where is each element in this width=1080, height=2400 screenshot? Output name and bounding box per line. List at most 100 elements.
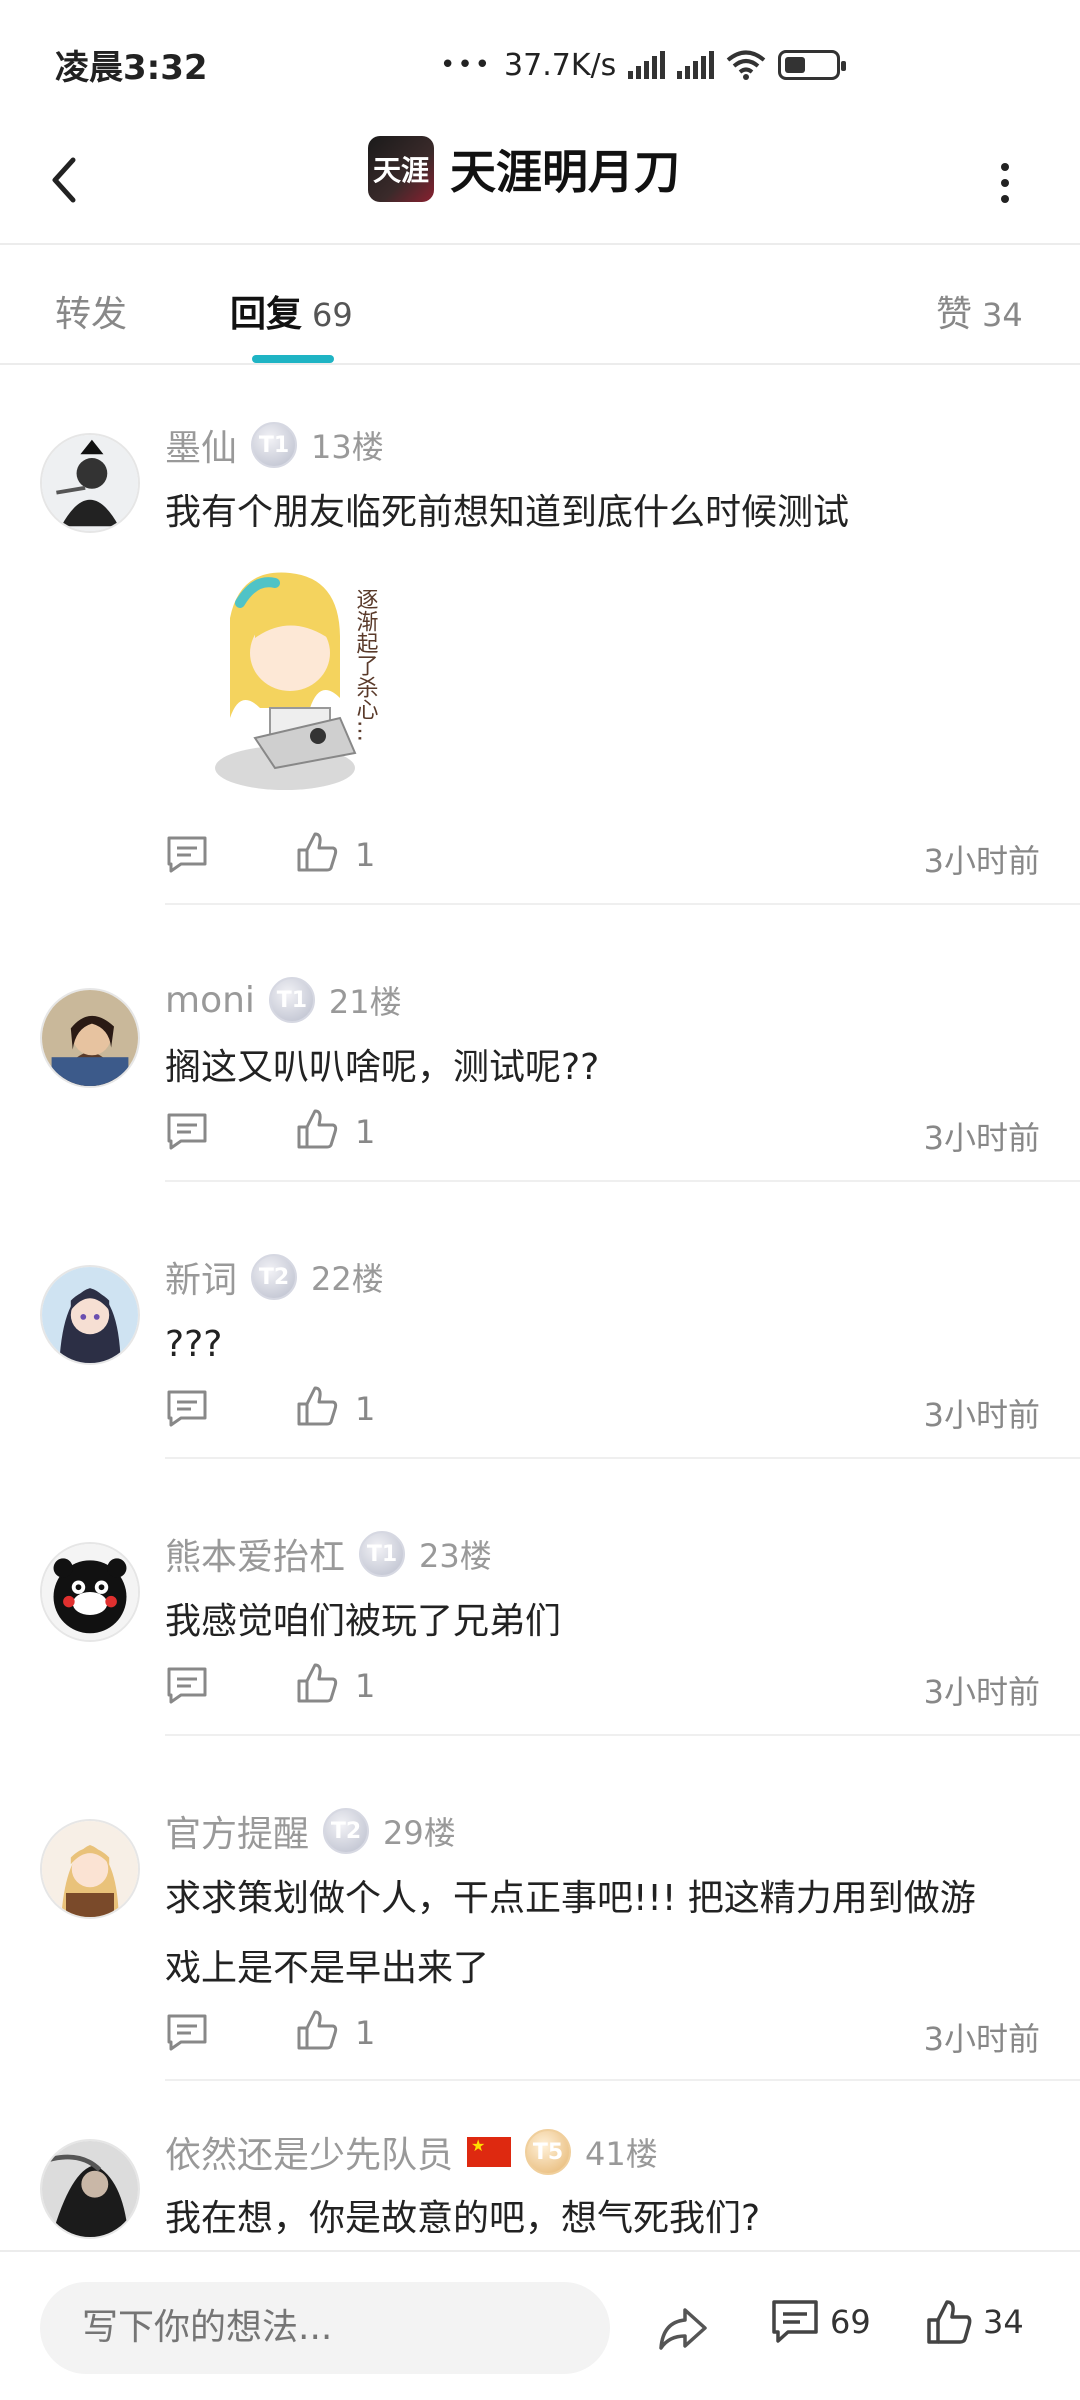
comment-time: 3小时前 — [923, 1396, 1040, 1434]
like-icon[interactable] — [295, 1384, 339, 1428]
comment-time: 3小时前 — [923, 1119, 1040, 1157]
status-time: 凌晨3:32 — [55, 48, 208, 88]
app-header: 天涯 天涯明月刀 — [0, 120, 1080, 245]
username[interactable]: 官方提醒 — [165, 1805, 309, 1857]
comment-count: 69 — [830, 2303, 871, 2341]
comment-time: 3小时前 — [923, 1673, 1040, 1711]
signal-icon — [628, 51, 666, 79]
like-count: 1 — [355, 2014, 376, 2052]
more-icon — [1001, 163, 1009, 171]
comment-button[interactable]: 69 — [770, 2298, 871, 2346]
comment-list[interactable]: 墨仙 T1 13楼 我有个朋友临死前想知道到底什么时候测试 逐渐起了杀心… 1 … — [0, 368, 1080, 2248]
tab-bar: 转发 回复 69 赞 34 — [0, 247, 1080, 365]
active-tab-indicator — [252, 355, 334, 363]
avatar[interactable] — [40, 433, 140, 533]
reply-icon[interactable] — [165, 1665, 209, 1705]
like-icon[interactable] — [295, 1107, 339, 1151]
comment-actions: 1 3小时前 — [165, 2004, 1040, 2060]
comment-item: 依然还是少先队员 T5 41楼 我在想，你是故意的吧，想气死我们? — [0, 2099, 1080, 2248]
share-icon[interactable] — [655, 2300, 711, 2356]
sticker-image[interactable]: 逐渐起了杀心… — [200, 558, 415, 798]
level-badge: T1 — [251, 422, 298, 468]
reply-icon[interactable] — [165, 2012, 209, 2052]
comment-text-line: 戏上是不是早出来了 — [165, 1948, 490, 1989]
avatar[interactable] — [40, 988, 140, 1088]
like-count: 1 — [355, 1390, 376, 1428]
tab-likes[interactable]: 赞 34 — [936, 285, 1023, 337]
comment-item: moni T1 21楼 搁这又叭叭啥呢，测试呢?? 1 3小时前 — [0, 923, 1080, 1200]
back-button[interactable] — [30, 145, 100, 215]
like-icon[interactable] — [295, 2008, 339, 2052]
bottom-bar: 69 34 — [0, 2250, 1080, 2400]
like-icon — [927, 2300, 972, 2344]
avatar[interactable] — [40, 1265, 140, 1365]
status-bar: 凌晨3:32 ••• 37.7K/s — [0, 0, 1080, 120]
comment-text-line: 求求策划做个人，干点正事吧!!! 把这精力用到做游 — [165, 1878, 976, 1919]
floor-number: 29楼 — [383, 1814, 456, 1852]
comment-meta: 官方提醒 T2 29楼 — [165, 1806, 456, 1856]
divider — [165, 1457, 1080, 1459]
comment-text: 搁这又叭叭啥呢，测试呢?? — [165, 1047, 600, 1088]
comment-meta: 依然还是少先队员 T5 41楼 — [165, 2127, 658, 2177]
signal-icon-2 — [677, 51, 715, 79]
reply-icon[interactable] — [165, 1111, 209, 1151]
divider — [165, 903, 1080, 905]
comment-text: ??? — [165, 1324, 223, 1365]
comment-text: 我在想，你是故意的吧，想气死我们? — [165, 2198, 761, 2239]
comment-item: 熊本爱抬杠 T1 23楼 我感觉咱们被玩了兄弟们 1 3小时前 — [0, 1477, 1080, 1754]
like-count: 34 — [983, 2303, 1024, 2341]
level-badge: T1 — [359, 1531, 406, 1577]
tab-forward[interactable]: 转发 — [55, 285, 127, 337]
username[interactable]: 依然还是少先队员 — [165, 2126, 453, 2178]
floor-number: 22楼 — [311, 1260, 384, 1298]
more-notifications-icon: ••• — [440, 50, 493, 80]
comment-input[interactable] — [40, 2282, 610, 2374]
comment-meta: 墨仙 T1 13楼 — [165, 420, 384, 470]
level-badge: T2 — [323, 1808, 370, 1854]
level-badge: T1 — [268, 977, 315, 1023]
game-logo[interactable]: 天涯 — [368, 136, 434, 202]
avatar[interactable] — [40, 1819, 140, 1919]
floor-number: 21楼 — [328, 983, 402, 1021]
floor-number: 41楼 — [585, 2135, 658, 2173]
tab-reply[interactable]: 回复 69 — [230, 285, 353, 337]
reply-icon[interactable] — [165, 834, 209, 874]
back-arrow-icon — [52, 157, 76, 203]
username[interactable]: 熊本爱抬杠 — [165, 1528, 345, 1580]
network-speed: 37.7K/s — [504, 47, 617, 83]
comment-actions: 1 3小时前 — [165, 826, 1040, 882]
username[interactable]: moni — [165, 980, 255, 1021]
comment-time: 3小时前 — [923, 842, 1040, 880]
like-icon[interactable] — [295, 830, 339, 874]
divider — [165, 2079, 1080, 2081]
username[interactable]: 新词 — [165, 1251, 237, 1303]
battery-icon — [778, 50, 847, 80]
reply-icon[interactable] — [165, 1388, 209, 1428]
like-button[interactable]: 34 — [925, 2298, 1024, 2346]
comment-text: 求求策划做个人，干点正事吧!!! 把这精力用到做游 戏上是不是早出来了 — [165, 1864, 1045, 2004]
floor-number: 23楼 — [419, 1537, 492, 1575]
like-count: 1 — [355, 1667, 376, 1705]
wifi-icon — [726, 50, 766, 80]
avatar[interactable] — [40, 1542, 140, 1642]
level-badge: T2 — [251, 1254, 298, 1300]
more-button[interactable] — [990, 148, 1020, 218]
title-group: 天涯 天涯明月刀 — [368, 136, 680, 202]
comment-actions: 1 3小时前 — [165, 1103, 1040, 1159]
comment-actions: 1 3小时前 — [165, 1657, 1040, 1713]
comment-text: 我有个朋友临死前想知道到底什么时候测试 — [165, 492, 850, 533]
comment-actions: 1 3小时前 — [165, 1380, 1040, 1436]
like-icon[interactable] — [295, 1661, 339, 1705]
page-title: 天涯明月刀 — [450, 145, 680, 199]
divider — [165, 1734, 1080, 1736]
comment-meta: 新词 T2 22楼 — [165, 1252, 384, 1302]
china-flag-icon — [467, 2136, 512, 2167]
username[interactable]: 墨仙 — [165, 419, 237, 471]
like-count: 1 — [355, 836, 376, 874]
comment-item: 官方提醒 T2 29楼 求求策划做个人，干点正事吧!!! 把这精力用到做游 戏上… — [0, 1754, 1080, 2099]
comment-time: 3小时前 — [923, 2020, 1040, 2058]
like-count: 1 — [355, 1113, 376, 1151]
status-indicators: ••• 37.7K/s — [440, 40, 847, 90]
avatar[interactable] — [40, 2139, 140, 2239]
comment-meta: moni T1 21楼 — [165, 975, 402, 1025]
